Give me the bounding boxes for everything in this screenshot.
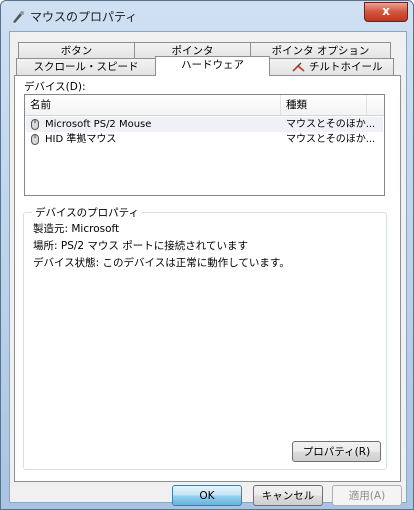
cancel-button[interactable]: キャンセル <box>253 485 323 506</box>
tab-scroll-speed[interactable]: スクロール・スピード <box>16 58 156 75</box>
tab-tilt-wheel-label: チルトホイール <box>309 61 383 73</box>
mouse-pointer-icon <box>13 11 24 23</box>
device-type: マウスとそのほか... <box>286 119 376 130</box>
device-type: マウスとそのほか... <box>286 134 376 145</box>
title-bar[interactable]: マウスのプロパティ x <box>1 1 413 31</box>
tab-pointer-options[interactable]: ポインタ オプション <box>250 42 391 59</box>
apply-button[interactable]: 適用(A) <box>332 485 402 506</box>
status-text: デバイス状態: このデバイスは正常に動作しています。 <box>33 257 290 269</box>
device-name: Microsoft PS/2 Mouse <box>45 119 152 130</box>
device-name: HID 準拠マウス <box>45 134 117 145</box>
mouse-icon <box>31 119 39 130</box>
properties-button[interactable]: プロパティ(R) <box>292 441 381 462</box>
list-item[interactable]: Microsoft PS/2 Mouse マウスとそのほか... <box>26 117 383 132</box>
group-title: デバイスのプロパティ <box>32 205 143 220</box>
tab-buttons[interactable]: ボタン <box>18 42 135 59</box>
tilt-wheel-icon <box>292 62 305 72</box>
devices-label: デバイス(D): <box>24 81 86 93</box>
tab-hardware[interactable]: ハードウェア <box>155 56 270 76</box>
close-button[interactable]: x <box>364 2 408 22</box>
tab-tilt-wheel[interactable]: チルトホイール <box>269 58 394 75</box>
column-header-type[interactable]: 種類 <box>281 95 367 115</box>
location-text: 場所: PS/2 マウス ポートに接続されています <box>33 240 248 252</box>
list-item[interactable]: HID 準拠マウス マウスとそのほか... <box>26 132 383 147</box>
device-properties-group: デバイスのプロパティ 製造元: Microsoft 場所: PS/2 マウス ポ… <box>23 205 387 470</box>
manufacturer-text: 製造元: Microsoft <box>33 223 120 235</box>
mouse-properties-window: マウスのプロパティ x ボタン ポインタ ポインタ オプション スクロール・スピ… <box>0 0 414 510</box>
device-list[interactable]: 名前 種類 Microsoft PS/2 Mouse マウスとそのほか... H… <box>24 94 385 196</box>
window-title: マウスのプロパティ <box>30 10 138 24</box>
column-header-name[interactable]: 名前 <box>25 95 281 115</box>
device-list-header: 名前 種類 <box>25 95 384 116</box>
ok-button[interactable]: OK <box>172 485 242 506</box>
mouse-icon <box>31 134 39 145</box>
